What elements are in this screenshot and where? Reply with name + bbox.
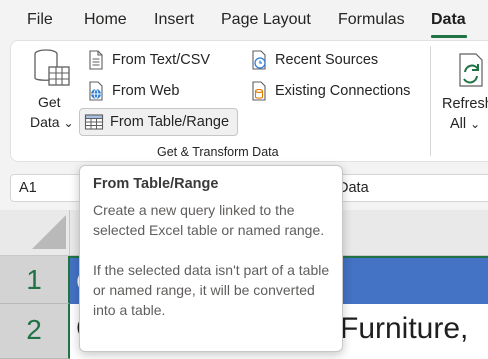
get-data-button[interactable]: Get Data ⌄ xyxy=(26,48,76,132)
group-label-get-transform: Get & Transform Data xyxy=(157,145,279,159)
refresh-all-label: Refresh xyxy=(442,96,488,112)
tab-home[interactable]: Home xyxy=(84,11,127,29)
from-text-csv-button[interactable]: From Text/CSV xyxy=(86,46,210,74)
row-header-2[interactable]: 2 xyxy=(0,304,70,359)
from-table-range-tooltip: From Table/Range Create a new query link… xyxy=(79,165,343,352)
tab-page-layout[interactable]: Page Layout xyxy=(221,11,311,29)
tooltip-paragraph-1: Create a new query linked to the selecte… xyxy=(93,202,325,238)
chevron-down-icon: ⌄ xyxy=(470,117,481,131)
formula-input[interactable]: Data xyxy=(330,174,488,202)
clock-file-icon xyxy=(252,50,266,70)
from-table-range-button[interactable]: From Table/Range xyxy=(79,108,239,136)
recent-sources-label: Recent Sources xyxy=(275,52,379,68)
from-text-csv-label: From Text/CSV xyxy=(112,52,211,68)
name-box-value: A1 xyxy=(19,180,37,196)
table-icon xyxy=(84,114,104,130)
connection-file-icon xyxy=(252,81,266,101)
get-data-label: Get xyxy=(38,94,61,110)
select-all-triangle-icon xyxy=(32,215,66,249)
from-web-button[interactable]: From Web xyxy=(86,77,179,105)
refresh-icon xyxy=(459,53,483,87)
from-web-label: From Web xyxy=(112,83,180,99)
tooltip-paragraph-2: If the selected data isn't part of a tab… xyxy=(93,262,330,318)
database-table-icon xyxy=(34,49,70,86)
refresh-all-button[interactable]: Refresh All ⌄ xyxy=(440,48,488,138)
refresh-all-label-2: All ⌄ xyxy=(450,116,481,132)
tab-data[interactable]: Data xyxy=(431,11,466,29)
recent-sources-button[interactable]: Recent Sources xyxy=(249,46,378,74)
chevron-down-icon: ⌄ xyxy=(63,116,74,130)
web-page-icon xyxy=(89,81,103,101)
tooltip-body: Create a new query linked to the selecte… xyxy=(93,200,330,320)
menu-bar: File Home Insert Page Layout Formulas Da… xyxy=(0,0,488,40)
tab-insert[interactable]: Insert xyxy=(154,11,194,29)
existing-connections-label: Existing Connections xyxy=(275,83,411,99)
cell-text-furniture: Furniture, xyxy=(340,312,469,345)
from-table-range-label: From Table/Range xyxy=(110,114,230,130)
row-header-1[interactable]: 1 xyxy=(0,256,70,304)
existing-connections-button[interactable]: Existing Connections xyxy=(249,77,410,105)
tab-file[interactable]: File xyxy=(27,11,53,29)
ribbon-divider xyxy=(430,46,431,156)
tooltip-title: From Table/Range xyxy=(93,176,219,192)
active-tab-indicator xyxy=(431,35,467,38)
text-file-icon xyxy=(89,50,103,70)
get-data-label-2: Data ⌄ xyxy=(30,114,74,130)
tab-formulas[interactable]: Formulas xyxy=(338,11,405,29)
